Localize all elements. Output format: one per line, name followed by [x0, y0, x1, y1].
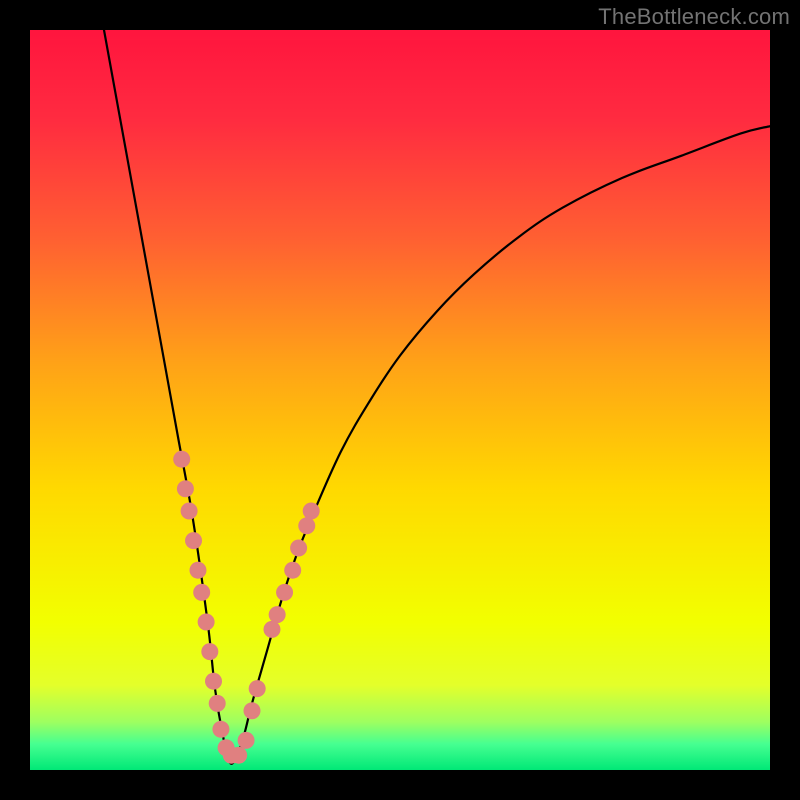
datapoint-marker [290, 540, 307, 557]
datapoint-marker [276, 584, 293, 601]
datapoint-marker [238, 732, 255, 749]
plot-area [30, 30, 770, 770]
datapoint-marker [205, 673, 222, 690]
datapoint-marker [269, 606, 286, 623]
datapoint-marker [298, 517, 315, 534]
datapoint-marker [193, 584, 210, 601]
datapoint-marker [212, 721, 229, 738]
datapoint-marker [189, 562, 206, 579]
datapoint-marker [198, 614, 215, 631]
watermark-text: TheBottleneck.com [598, 4, 790, 30]
datapoint-marker [230, 747, 247, 764]
datapoint-marker [263, 621, 280, 638]
datapoint-marker [244, 702, 261, 719]
datapoint-marker [201, 643, 218, 660]
datapoint-marker [209, 695, 226, 712]
datapoint-marker [284, 562, 301, 579]
datapoint-markers [30, 30, 770, 770]
datapoint-marker [303, 503, 320, 520]
datapoint-marker [185, 532, 202, 549]
datapoint-marker [181, 503, 198, 520]
datapoint-marker [173, 451, 190, 468]
datapoint-marker [249, 680, 266, 697]
datapoint-marker [177, 480, 194, 497]
chart-stage: TheBottleneck.com [0, 0, 800, 800]
